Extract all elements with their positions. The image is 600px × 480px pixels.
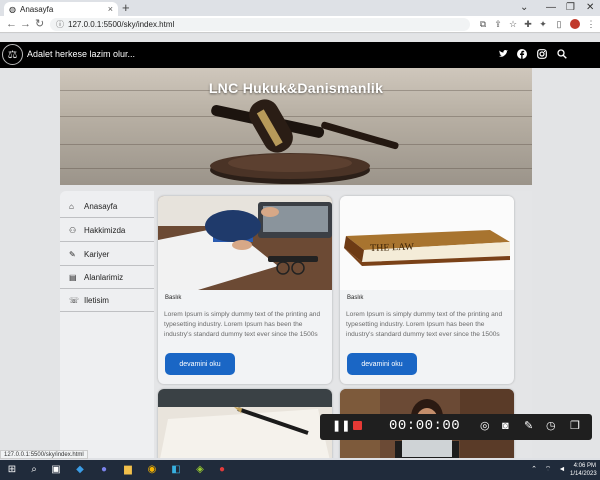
sidebar-item-hakkimizda[interactable]: ⚇ Hakkimizda bbox=[60, 219, 154, 242]
chrome-icon[interactable]: ◉ bbox=[146, 464, 158, 476]
taskview-icon[interactable]: ▣ bbox=[50, 464, 62, 476]
info-icon: ⓘ bbox=[56, 20, 64, 29]
volume-icon[interactable]: ◄ bbox=[556, 464, 568, 476]
hero-banner: LNC Hukuk&Danismanlik bbox=[60, 68, 532, 185]
browser-toolbar: ← → ↻ ⓘ 127.0.0.1:5500/sky/index.html ⧉ … bbox=[0, 16, 600, 33]
card-1: Baslık Lorem Ipsum is simply dummy text … bbox=[158, 196, 332, 384]
sidebar-item-anasayfa[interactable]: ⌂ Anasayfa bbox=[60, 195, 154, 218]
puzzle-icon[interactable]: ✦ bbox=[538, 19, 548, 29]
recording-timer: 00:00:00 bbox=[389, 418, 461, 434]
taskbar-clock[interactable]: 4:06 PM 1/14/2023 bbox=[570, 462, 597, 478]
sidebar-item-label: Alanlarimiz bbox=[84, 272, 124, 282]
timer-icon[interactable]: ◷ bbox=[546, 420, 556, 433]
edit-icon: ✎ bbox=[69, 249, 76, 259]
translate-icon[interactable]: ⧉ bbox=[478, 19, 488, 29]
target-icon[interactable]: ◎ bbox=[480, 420, 490, 433]
profile-avatar[interactable] bbox=[570, 19, 580, 29]
brand-text[interactable]: Adalet herkese lazim olur... bbox=[27, 49, 135, 59]
window-icon[interactable]: ❐ bbox=[570, 420, 580, 433]
address-url: 127.0.0.1:5500/sky/index.html bbox=[68, 20, 175, 29]
tab-anasayfa[interactable]: ◍ Anasayfa × bbox=[4, 2, 118, 16]
tab-strip: ◍ Anasayfa × + ⌄ — ❐ ✕ bbox=[0, 0, 600, 16]
taskbar: ⊞ ⌕ ▣ ◆ ● ▆ ◉ ◧ ◈ ● ⌃ ⌔ ◄ 4:06 PM 1/14/2… bbox=[0, 460, 600, 480]
clock-time: 4:06 PM bbox=[573, 463, 596, 469]
card-text: Lorem Ipsum is simply dummy text of the … bbox=[164, 311, 321, 338]
card-3-image bbox=[158, 389, 332, 458]
home-icon: ⌂ bbox=[69, 201, 74, 211]
sidebar-item-iletisim[interactable]: ☏ Iletisim bbox=[60, 289, 154, 312]
card-image-business bbox=[158, 196, 332, 290]
teams-icon[interactable]: ● bbox=[98, 464, 110, 476]
close-window-button[interactable]: ✕ bbox=[586, 1, 594, 15]
sidebar: ⌂ Anasayfa ⚇ Hakkimizda ✎ Kariyer ▤ Alan… bbox=[60, 191, 154, 458]
network-icon[interactable]: ⌔ bbox=[542, 464, 554, 476]
search-icon[interactable]: ⌕ bbox=[28, 464, 40, 476]
app-icon[interactable]: ◧ bbox=[170, 464, 182, 476]
sidebar-item-label: Anasayfa bbox=[84, 201, 118, 211]
forward-icon[interactable]: → bbox=[20, 18, 31, 31]
site-navbar: ⚖ Adalet herkese lazim olur... bbox=[0, 42, 600, 68]
page-viewport: ⚖ Adalet herkese lazim olur... LNC Hukuk… bbox=[0, 34, 600, 458]
maximize-button[interactable]: ❐ bbox=[566, 1, 575, 15]
recorder-app-icon[interactable]: ● bbox=[216, 464, 228, 476]
sidepanel-icon[interactable]: ▯ bbox=[554, 19, 564, 29]
menu-icon[interactable]: ⋮ bbox=[586, 19, 596, 29]
users-icon: ⚇ bbox=[69, 225, 77, 235]
globe-icon: ◍ bbox=[9, 4, 16, 14]
tab-search-icon[interactable]: ⌄ bbox=[520, 1, 528, 15]
address-bar[interactable]: ⓘ 127.0.0.1:5500/sky/index.html bbox=[50, 18, 470, 31]
reload-icon[interactable]: ↻ bbox=[35, 18, 44, 31]
card-title: Baslık bbox=[347, 295, 364, 301]
back-icon[interactable]: ← bbox=[6, 18, 17, 31]
camera-icon[interactable]: ◙ bbox=[502, 420, 509, 433]
contact-icon: ☏ bbox=[69, 295, 80, 305]
sidebar-item-label: Hakkimizda bbox=[84, 225, 126, 235]
book-icon: ▤ bbox=[69, 272, 77, 282]
facebook-icon[interactable] bbox=[517, 49, 527, 62]
pause-icon[interactable]: ❚❚ bbox=[332, 420, 350, 433]
instagram-icon[interactable] bbox=[537, 49, 547, 62]
sidebar-item-label: Iletisim bbox=[84, 295, 109, 305]
twitter-icon[interactable] bbox=[498, 49, 508, 62]
card-2: THE LAW Baslık Lorem Ipsum is simply dum… bbox=[340, 196, 514, 384]
search-icon[interactable] bbox=[557, 49, 567, 62]
stop-record-button[interactable] bbox=[353, 421, 362, 430]
read-more-button[interactable]: devamini oku bbox=[347, 353, 417, 375]
pen-icon[interactable]: ✎ bbox=[524, 420, 533, 433]
minimize-button[interactable]: — bbox=[546, 1, 556, 15]
sourcetree-icon[interactable]: ◈ bbox=[194, 464, 206, 476]
explorer-icon[interactable]: ▆ bbox=[122, 464, 134, 476]
sidebar-item-label: Kariyer bbox=[84, 249, 110, 259]
tab-title: Anasayfa bbox=[19, 4, 54, 14]
clock-date: 1/14/2023 bbox=[570, 471, 597, 477]
star-icon[interactable]: ☆ bbox=[508, 19, 518, 29]
status-url: 127.0.0.1:5500/sky/index.html bbox=[0, 450, 88, 459]
sidebar-item-kariyer[interactable]: ✎ Kariyer bbox=[60, 243, 154, 266]
windows-start-icon[interactable]: ⊞ bbox=[6, 464, 18, 476]
book-title-text: THE LAW bbox=[370, 241, 415, 254]
tab-close-icon[interactable]: × bbox=[108, 4, 113, 14]
tray-chevron-icon[interactable]: ⌃ bbox=[528, 464, 540, 476]
extension-icon[interactable]: ✚ bbox=[523, 19, 533, 29]
read-more-button[interactable]: devamini oku bbox=[165, 353, 235, 375]
scales-icon[interactable]: ⚖ bbox=[2, 44, 23, 65]
sidebar-item-alanlarimiz[interactable]: ▤ Alanlarimiz bbox=[60, 266, 154, 289]
card-text: Lorem Ipsum is simply dummy text of the … bbox=[346, 311, 503, 338]
card-title: Baslık bbox=[165, 295, 182, 301]
share-icon[interactable]: ⇪ bbox=[493, 19, 503, 29]
vscode-icon[interactable]: ◆ bbox=[74, 464, 86, 476]
new-tab-button[interactable]: + bbox=[122, 1, 130, 15]
card-image-law-book: THE LAW bbox=[340, 196, 514, 290]
hero-title: LNC Hukuk&Danismanlik bbox=[208, 80, 384, 96]
